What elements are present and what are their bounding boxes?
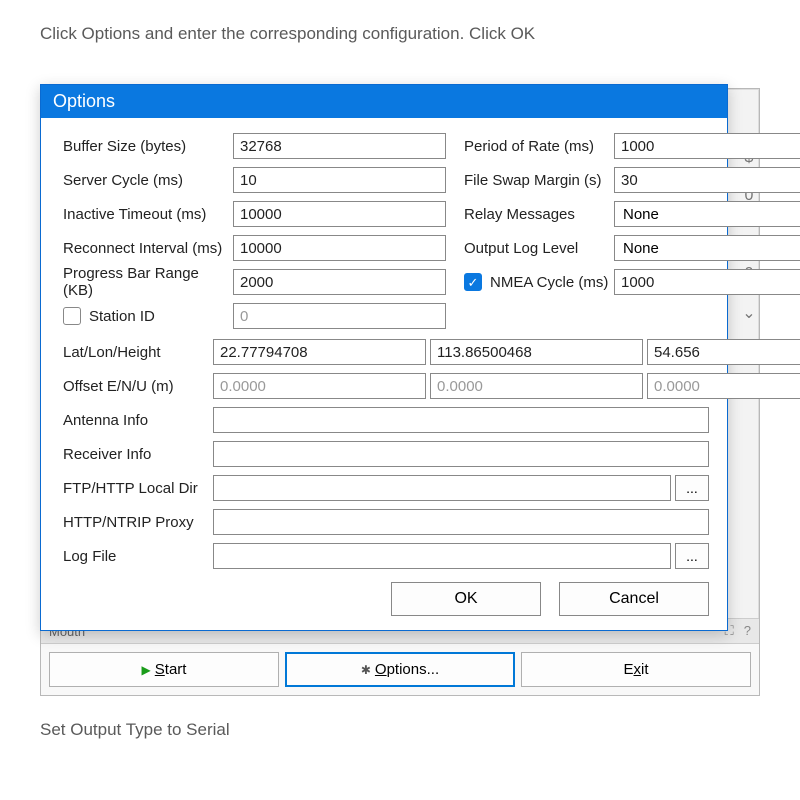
- options-dialog: Options Buffer Size (bytes) Server Cycle…: [40, 84, 728, 631]
- offset-u-input[interactable]: [647, 373, 800, 399]
- ftp-dir-input[interactable]: [213, 475, 671, 501]
- log-file-label: Log File: [63, 548, 213, 565]
- log-file-browse-button[interactable]: ...: [675, 543, 709, 569]
- inactive-timeout-label: Inactive Timeout (ms): [63, 206, 233, 223]
- latlon-label: Lat/Lon/Height: [63, 344, 213, 361]
- dialog-title: Options: [41, 85, 727, 118]
- lon-input[interactable]: [430, 339, 643, 365]
- output-log-select[interactable]: None: [614, 235, 800, 261]
- offset-label: Offset E/N/U (m): [63, 378, 213, 395]
- nmea-cycle-input[interactable]: [614, 269, 800, 295]
- relay-messages-label: Relay Messages: [464, 206, 614, 223]
- ok-button[interactable]: OK: [391, 582, 541, 616]
- file-swap-label: File Swap Margin (s): [464, 172, 614, 189]
- antenna-info-input[interactable]: [213, 407, 709, 433]
- station-id-checkbox[interactable]: [63, 307, 81, 325]
- buffer-size-input[interactable]: [233, 133, 446, 159]
- nmea-cycle-checkbox[interactable]: ✓: [464, 273, 482, 291]
- gear-icon: ✱: [361, 663, 371, 677]
- receiver-info-input[interactable]: [213, 441, 709, 467]
- help-icon[interactable]: ?: [744, 623, 751, 639]
- bg-button-bar: ▶SStarttart ✱Options...Options... ExitEx…: [41, 644, 759, 695]
- progress-bar-range-label: Progress Bar Range (KB): [63, 265, 233, 299]
- reconnect-interval-label: Reconnect Interval (ms): [63, 240, 233, 257]
- caption-bottom: Set Output Type to Serial: [40, 720, 230, 740]
- start-button[interactable]: ▶SStarttart: [49, 652, 279, 687]
- station-id-label: Station ID: [89, 308, 155, 325]
- receiver-info-label: Receiver Info: [63, 446, 213, 463]
- output-log-label: Output Log Level: [464, 240, 614, 257]
- cancel-button[interactable]: Cancel: [559, 582, 709, 616]
- server-cycle-input[interactable]: [233, 167, 446, 193]
- antenna-info-label: Antenna Info: [63, 412, 213, 429]
- proxy-label: HTTP/NTRIP Proxy: [63, 514, 213, 531]
- server-cycle-label: Server Cycle (ms): [63, 172, 233, 189]
- lat-input[interactable]: [213, 339, 426, 365]
- log-file-input[interactable]: [213, 543, 671, 569]
- inactive-timeout-input[interactable]: [233, 201, 446, 227]
- relay-messages-select[interactable]: None: [614, 201, 800, 227]
- ftp-dir-label: FTP/HTTP Local Dir: [63, 480, 213, 497]
- offset-n-input[interactable]: [430, 373, 643, 399]
- offset-e-input[interactable]: [213, 373, 426, 399]
- exit-button[interactable]: ExitExit: [521, 652, 751, 687]
- station-id-input[interactable]: [233, 303, 446, 329]
- buffer-size-label: Buffer Size (bytes): [63, 138, 233, 155]
- reconnect-interval-input[interactable]: [233, 235, 446, 261]
- proxy-input[interactable]: [213, 509, 709, 535]
- ftp-dir-browse-button[interactable]: ...: [675, 475, 709, 501]
- play-icon: ▶: [142, 663, 151, 677]
- period-rate-input[interactable]: [614, 133, 800, 159]
- progress-bar-range-input[interactable]: [233, 269, 446, 295]
- caption-top: Click Options and enter the correspondin…: [40, 24, 760, 44]
- nmea-cycle-label: NMEA Cycle (ms): [490, 274, 608, 291]
- period-rate-label: Period of Rate (ms): [464, 138, 614, 155]
- file-swap-input[interactable]: [614, 167, 800, 193]
- height-input[interactable]: [647, 339, 800, 365]
- options-button[interactable]: ✱Options...Options...: [285, 652, 515, 687]
